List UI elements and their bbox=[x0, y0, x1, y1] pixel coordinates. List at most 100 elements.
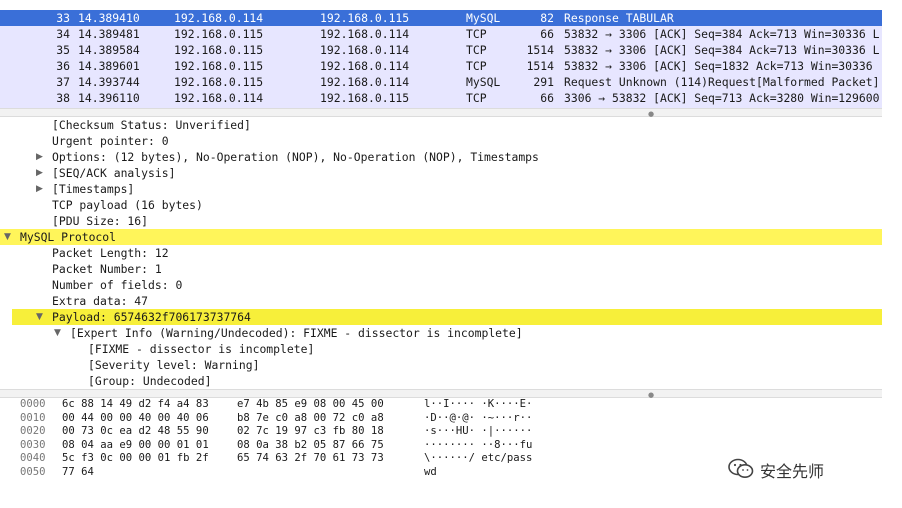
packet-destination: 192.168.0.114 bbox=[320, 27, 410, 41]
hex-offset: 0050 bbox=[20, 465, 46, 478]
tree-item[interactable]: TCP payload (16 bytes) bbox=[12, 197, 882, 213]
tree-item[interactable]: Packet Number: 1 bbox=[12, 261, 882, 277]
packet-source: 192.168.0.115 bbox=[174, 75, 264, 89]
packet-info: 53832 → 3306 [ACK] Seq=384 Ack=713 Win=3… bbox=[564, 27, 880, 41]
hex-row[interactable]: 0010 00 44 00 00 40 00 40 06 b8 7e c0 a8 0… bbox=[12, 412, 882, 425]
hex-row[interactable]: 0020 00 73 0c ea d2 48 55 90 02 7c 19 97 c… bbox=[12, 425, 882, 438]
packet-row[interactable]: 38 14.396110 192.168.0.114 192.168.0.115 TCP… bbox=[0, 90, 882, 106]
tree-item-label: [PDU Size: 16] bbox=[52, 214, 149, 228]
watermark-text: 安全先师 bbox=[760, 462, 825, 481]
tree-item[interactable]: Urgent pointer: 0 bbox=[12, 133, 882, 149]
packet-destination: 192.168.0.114 bbox=[320, 43, 410, 57]
packet-number: 38 bbox=[56, 91, 70, 105]
tree-item-label: Urgent pointer: 0 bbox=[52, 134, 169, 148]
tree-item-label: Payload: 6574632f706173737764 bbox=[52, 310, 251, 324]
packet-row[interactable]: 33 14.389410 192.168.0.114 192.168.0.115 MyS… bbox=[0, 10, 882, 26]
tree-item-label: Number of fields: 0 bbox=[52, 278, 183, 292]
tree-item[interactable]: ▶ [SEQ/ACK analysis] bbox=[12, 165, 882, 181]
packet-row[interactable]: 36 14.389601 192.168.0.115 192.168.0.114 TCP… bbox=[0, 58, 882, 74]
packet-number: 34 bbox=[56, 27, 70, 41]
packet-number: 33 bbox=[56, 11, 70, 25]
packet-time: 14.389481 bbox=[78, 27, 140, 41]
hex-offset: 0000 bbox=[20, 398, 46, 410]
hex-offset: 0040 bbox=[20, 452, 46, 464]
tree-item-label: [Expert Info (Warning/Undecoded): FIXME … bbox=[70, 326, 523, 340]
wechat-icon bbox=[728, 458, 754, 483]
hex-bytes: 6c 88 14 49 d2 f4 a4 83 bbox=[62, 398, 209, 410]
packet-time: 14.396110 bbox=[78, 91, 140, 105]
expand-arrow-icon[interactable]: ▶ bbox=[36, 165, 43, 181]
tree-item-label: TCP payload (16 bytes) bbox=[52, 198, 203, 212]
tree-item[interactable]: ▼ MySQL Protocol bbox=[0, 229, 882, 245]
tree-item[interactable]: [Checksum Status: Unverified] bbox=[12, 117, 882, 133]
hex-bytes: 65 74 63 2f 70 61 73 73 bbox=[237, 452, 384, 464]
packet-row[interactable]: 35 14.389584 192.168.0.115 192.168.0.114 TCP… bbox=[0, 42, 882, 58]
packet-destination: 192.168.0.114 bbox=[320, 75, 410, 89]
packet-time: 14.389601 bbox=[78, 59, 140, 73]
packet-destination: 192.168.0.115 bbox=[320, 91, 410, 105]
tree-item[interactable]: [Severity level: Warning] bbox=[12, 357, 882, 373]
collapse-arrow-icon[interactable]: ▼ bbox=[36, 309, 43, 325]
pane-splitter[interactable]: ● bbox=[0, 108, 882, 118]
tree-item-label: [Checksum Status: Unverified] bbox=[52, 118, 251, 132]
tree-item-label: [Group: Undecoded] bbox=[88, 374, 212, 388]
hex-ascii: l··I···· ·K····E· bbox=[424, 398, 533, 410]
expand-arrow-icon[interactable]: ▶ bbox=[36, 149, 43, 165]
collapse-arrow-icon[interactable]: ▼ bbox=[4, 229, 11, 245]
tree-item-label: Options: (12 bytes), No-Operation (NOP),… bbox=[52, 150, 539, 164]
tree-item[interactable]: [Group: Undecoded] bbox=[12, 373, 882, 389]
hex-ascii: ·s···HU· ·|······ bbox=[424, 425, 533, 437]
packet-row[interactable]: 34 14.389481 192.168.0.115 192.168.0.114 TCP… bbox=[0, 26, 882, 42]
packet-protocol: MySQL bbox=[466, 11, 501, 25]
expand-arrow-icon[interactable]: ▶ bbox=[36, 181, 43, 197]
packet-time: 14.389584 bbox=[78, 43, 140, 57]
tree-item-label: MySQL Protocol bbox=[20, 230, 117, 244]
packet-source: 192.168.0.114 bbox=[174, 91, 264, 105]
hex-bytes: 08 0a 38 b2 05 87 66 75 bbox=[237, 438, 384, 451]
tree-item-label: Packet Length: 12 bbox=[52, 246, 169, 260]
hex-bytes: 5c f3 0c 00 00 01 fb 2f bbox=[62, 452, 209, 464]
tree-item-label: [SEQ/ACK analysis] bbox=[52, 166, 176, 180]
packet-info: 53832 → 3306 [ACK] Seq=1832 Ack=713 Win=… bbox=[564, 59, 873, 73]
hex-bytes: 77 64 bbox=[62, 465, 94, 478]
tree-item[interactable]: ▼ Payload: 6574632f706173737764 bbox=[12, 309, 882, 325]
tree-item-label: Extra data: 47 bbox=[52, 294, 149, 308]
packet-list[interactable]: 33 14.389410 192.168.0.114 192.168.0.115 MyS… bbox=[0, 10, 882, 108]
collapse-arrow-icon[interactable]: ▼ bbox=[54, 325, 61, 341]
hex-offset: 0030 bbox=[20, 438, 46, 451]
packet-length: 1514 bbox=[526, 43, 554, 57]
packet-destination: 192.168.0.114 bbox=[320, 59, 410, 73]
packet-info: 3306 → 53832 [ACK] Seq=713 Ack=3280 Win=… bbox=[564, 91, 880, 105]
packet-length: 66 bbox=[540, 91, 554, 105]
tree-item[interactable]: ▶ Options: (12 bytes), No-Operation (NOP)… bbox=[12, 149, 882, 165]
hex-bytes: e7 4b 85 e9 08 00 45 00 bbox=[237, 398, 384, 410]
hex-bytes: b8 7e c0 a8 00 72 c0 a8 bbox=[237, 411, 384, 424]
hex-row[interactable]: 0030 08 04 aa e9 00 00 01 01 08 0a 38 b2 0… bbox=[12, 439, 882, 452]
tree-item[interactable]: [FIXME - dissector is incomplete] bbox=[12, 341, 882, 357]
tree-item[interactable]: Packet Length: 12 bbox=[12, 245, 882, 261]
tree-item-label: [FIXME - dissector is incomplete] bbox=[88, 342, 315, 356]
tree-item[interactable]: Number of fields: 0 bbox=[12, 277, 882, 293]
pane-splitter[interactable]: ● bbox=[0, 389, 882, 399]
packet-info: Request Unknown (114)Request[Malformed P… bbox=[564, 75, 880, 89]
packet-time: 14.393744 bbox=[78, 75, 140, 89]
packet-length: 82 bbox=[540, 11, 554, 25]
tree-item[interactable]: Extra data: 47 bbox=[12, 293, 882, 309]
packet-bytes-pane[interactable]: 0000 6c 88 14 49 d2 f4 a4 83 e7 4b 85 e9 0… bbox=[12, 398, 882, 508]
hex-row[interactable]: 0000 6c 88 14 49 d2 f4 a4 83 e7 4b 85 e9 0… bbox=[12, 398, 882, 411]
packet-details-tree[interactable]: [Checksum Status: Unverified] Urgent poin… bbox=[0, 117, 882, 389]
hex-ascii: ·D··@·@· ·~···r·· bbox=[424, 411, 533, 424]
packet-protocol: TCP bbox=[466, 59, 487, 73]
packet-number: 35 bbox=[56, 43, 70, 57]
tree-item[interactable]: ▶ [Timestamps] bbox=[12, 181, 882, 197]
tree-item-label: [Timestamps] bbox=[52, 182, 135, 196]
packet-info: Response TABULAR bbox=[564, 11, 674, 25]
packet-row[interactable]: 37 14.393744 192.168.0.115 192.168.0.114 MyS… bbox=[0, 74, 882, 90]
packet-source: 192.168.0.115 bbox=[174, 27, 264, 41]
tree-item[interactable]: ▼ [Expert Info (Warning/Undecoded): FIXME… bbox=[12, 325, 882, 341]
hex-bytes: 08 04 aa e9 00 00 01 01 bbox=[62, 438, 209, 451]
packet-info: 53832 → 3306 [ACK] Seq=384 Ack=713 Win=3… bbox=[564, 43, 880, 57]
packet-time: 14.389410 bbox=[78, 11, 140, 25]
tree-item[interactable]: [PDU Size: 16] bbox=[12, 213, 882, 229]
hex-bytes: 02 7c 19 97 c3 fb 80 18 bbox=[237, 425, 384, 437]
